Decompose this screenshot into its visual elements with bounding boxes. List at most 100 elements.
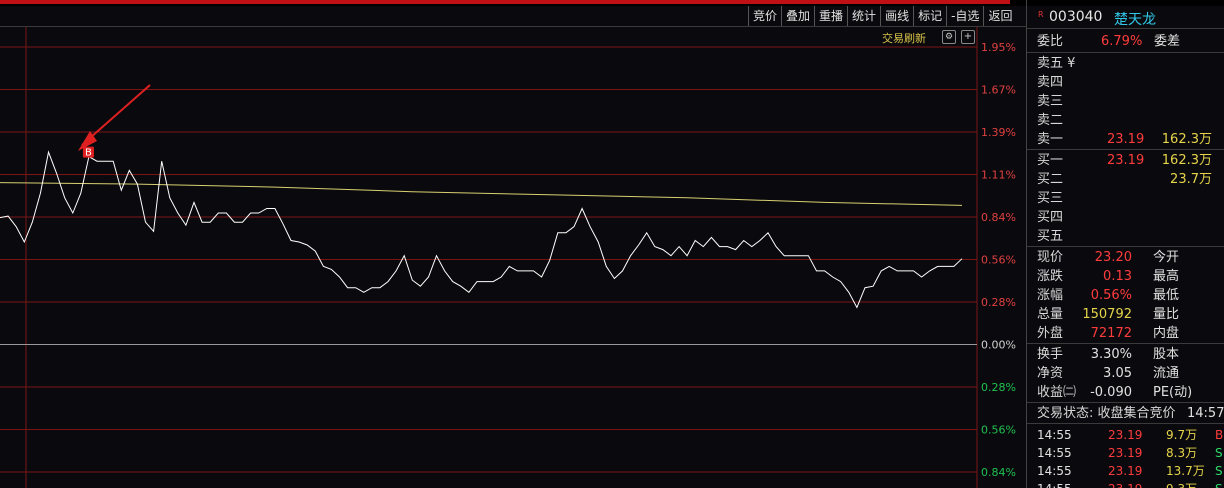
bid-level-label: 买五 bbox=[1037, 229, 1064, 244]
tick-price: 23.19 bbox=[1108, 446, 1143, 460]
divider bbox=[1027, 402, 1224, 403]
tick-row[interactable]: 14:55 23.19 8.3万 S bbox=[1027, 444, 1224, 462]
y-axis-tick-label: 0.56% bbox=[981, 254, 1016, 267]
bid-level-label: 买三 bbox=[1037, 191, 1064, 206]
y-axis-tick-label: 1.67% bbox=[981, 84, 1016, 97]
ask-level-label: 卖三 bbox=[1037, 94, 1064, 109]
tick-volume: 9.3万 bbox=[1166, 480, 1197, 488]
ask-level-row: 卖四 bbox=[1027, 73, 1224, 92]
y-axis-tick-label: 0.28% bbox=[981, 381, 1016, 394]
quote-stat-label2: 量比 bbox=[1153, 307, 1180, 322]
bid-level-row: 买一 23.19 162.3万 bbox=[1027, 151, 1224, 170]
toolbar-button-3[interactable]: 统计 bbox=[847, 6, 880, 26]
fund-stat-label2: 股本 bbox=[1153, 347, 1180, 362]
quote-stat-value: 0.56% bbox=[1090, 288, 1132, 303]
fund-stat-row: 收益㈡ -0.090 PE(动) bbox=[1027, 383, 1224, 402]
tick-time: 14:55 bbox=[1037, 446, 1072, 460]
toolbar-button-7[interactable]: 返回 bbox=[983, 6, 1016, 26]
quote-stat-value: 23.20 bbox=[1094, 250, 1132, 265]
stock-name[interactable]: 楚天龙 bbox=[1114, 9, 1156, 29]
price-line bbox=[0, 150, 963, 309]
fund-stat-value: -0.090 bbox=[1090, 385, 1132, 400]
average-price-line bbox=[0, 182, 963, 206]
fund-stat-label: 净资 bbox=[1037, 366, 1064, 381]
y-axis-tick-label: 1.11% bbox=[981, 169, 1016, 182]
quote-stat-row: 现价 23.20 今开 bbox=[1027, 248, 1224, 267]
quote-stat-row: 总量 150792 量比 bbox=[1027, 305, 1224, 324]
bid-level-price: 23.19 bbox=[1107, 153, 1145, 168]
toolbar-button-0[interactable]: 竞价 bbox=[748, 6, 781, 26]
stock-code[interactable]: 003040 bbox=[1049, 9, 1102, 25]
y-axis-tick-label: 1.39% bbox=[981, 126, 1016, 139]
bid-level-volume: 162.3万 bbox=[1161, 153, 1212, 168]
y-axis-tick-label: 0.56% bbox=[981, 424, 1016, 437]
tick-side: S bbox=[1215, 446, 1223, 460]
divider bbox=[1027, 423, 1224, 424]
ask-level-label: 卖四 bbox=[1037, 75, 1064, 90]
tick-time: 14:55 bbox=[1037, 464, 1072, 478]
tick-side: S bbox=[1215, 464, 1223, 478]
quote-stat-label: 外盘 bbox=[1037, 326, 1064, 341]
quote-stat-label: 涨幅 bbox=[1037, 288, 1064, 303]
bid-level-label: 买二 bbox=[1037, 172, 1064, 187]
quote-stat-label: 涨跌 bbox=[1037, 269, 1064, 284]
tick-row[interactable]: 14:55 23.19 9.7万 B bbox=[1027, 426, 1224, 444]
tick-price: 23.19 bbox=[1108, 480, 1142, 488]
y-axis-tick-label: 0.00% bbox=[981, 339, 1016, 352]
top-red-line bbox=[0, 0, 1010, 4]
trade-status-time: 14:57 bbox=[1187, 406, 1224, 421]
weibi-label: 委比 bbox=[1037, 34, 1064, 49]
fund-stat-value: 3.05 bbox=[1103, 366, 1132, 381]
quote-stat-label2: 内盘 bbox=[1153, 326, 1180, 341]
y-axis-tick-label: 0.28% bbox=[981, 296, 1016, 309]
ask-level-row: 卖五 ¥ bbox=[1027, 54, 1224, 73]
toolbar-button-6[interactable]: -自选 bbox=[946, 6, 983, 26]
y-axis-tick-label: 0.84% bbox=[981, 211, 1016, 224]
bid-level-row: 买三 bbox=[1027, 189, 1224, 208]
ask-level-label: 卖五 ¥ bbox=[1037, 56, 1076, 71]
trade-status-row: 交易状态: 收盘集合竞价 14:57 bbox=[1027, 404, 1224, 423]
quote-stat-label2: 最低 bbox=[1153, 288, 1180, 303]
toolbar-button-2[interactable]: 重播 bbox=[814, 6, 847, 26]
toolbar-button-5[interactable]: 标记 bbox=[913, 6, 946, 26]
fund-stat-value: 3.30% bbox=[1090, 347, 1132, 362]
ask-level-price: 23.19 bbox=[1107, 132, 1145, 147]
tick-volume: 9.7万 bbox=[1166, 428, 1198, 442]
buy-marker-label: B bbox=[85, 148, 92, 159]
fund-stat-row: 换手 3.30% 股本 bbox=[1027, 345, 1224, 364]
quote-stat-row: 涨跌 0.13 最高 bbox=[1027, 267, 1224, 286]
tick-row[interactable]: 14:55 23.19 9.3万 S bbox=[1027, 480, 1224, 488]
trade-status-text: 交易状态: 收盘集合竞价 bbox=[1037, 406, 1176, 421]
quote-stat-row: 外盘 72172 内盘 bbox=[1027, 324, 1224, 343]
tick-time: 14:55 bbox=[1037, 480, 1072, 488]
ask-level-volume: 162.3万 bbox=[1161, 132, 1212, 147]
quote-stat-value: 0.13 bbox=[1103, 269, 1132, 284]
quote-stat-label2: 最高 bbox=[1153, 269, 1180, 284]
weibi-row: 委比 6.79% 委差 bbox=[1027, 32, 1224, 51]
tick-row[interactable]: 14:55 23.19 13.7万 S bbox=[1027, 462, 1224, 480]
quote-stat-label: 总量 bbox=[1037, 307, 1064, 322]
divider bbox=[1027, 149, 1224, 150]
y-axis-tick-label: 0.84% bbox=[981, 466, 1016, 479]
fund-stat-label: 换手 bbox=[1037, 347, 1064, 362]
tick-volume: 8.3万 bbox=[1166, 446, 1198, 460]
weicha-label: 委差 bbox=[1154, 34, 1181, 49]
chart-toolbar: 竞价 叠加 重播 统计 画线 标记 -自选 返回 bbox=[748, 6, 1016, 26]
intraday-chart[interactable]: 1.95% 1.67% 1.39% 1.11% 0.84% 0.56% 0.28% 0.00%… bbox=[0, 27, 1026, 488]
ask-level-label: 卖一 bbox=[1037, 132, 1064, 147]
quote-stat-row: 涨幅 0.56% 最低 bbox=[1027, 286, 1224, 305]
weibi-value: 6.79% bbox=[1101, 34, 1143, 49]
ask-level-label: 卖二 bbox=[1037, 113, 1064, 128]
tick-price: 23.19 bbox=[1108, 428, 1143, 442]
divider bbox=[1027, 343, 1224, 344]
r-badge: R bbox=[1038, 10, 1044, 19]
bid-level-row: 买二 23.7万 bbox=[1027, 170, 1224, 189]
fund-stat-row: 净资 3.05 流通 bbox=[1027, 364, 1224, 383]
toolbar-button-4[interactable]: 画线 bbox=[880, 6, 913, 26]
bid-level-volume: 23.7万 bbox=[1170, 172, 1212, 187]
bid-level-label: 买四 bbox=[1037, 210, 1064, 225]
quote-stat-value: 150792 bbox=[1082, 307, 1132, 322]
tick-side: B bbox=[1215, 428, 1224, 442]
quote-stat-label2: 今开 bbox=[1153, 250, 1180, 265]
toolbar-button-1[interactable]: 叠加 bbox=[781, 6, 814, 26]
